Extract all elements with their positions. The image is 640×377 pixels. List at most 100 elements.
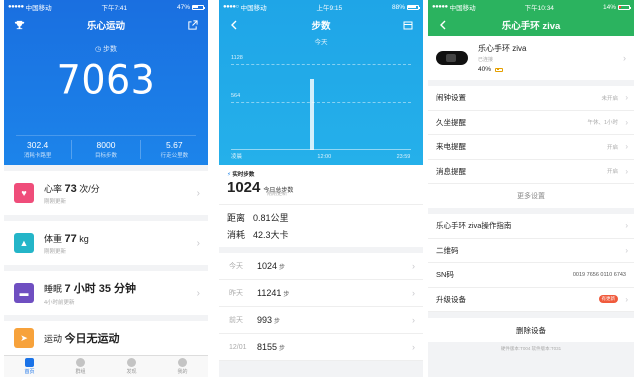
chart-gridline	[231, 64, 411, 65]
heart-rate-card[interactable]: ♥ 心率 73 次/分 刚刚更新 ›	[4, 171, 208, 221]
clock-icon: ◷	[94, 46, 102, 53]
battery-percent: 88%	[391, 3, 405, 11]
history-row[interactable]: 前天 993 步 ›	[219, 307, 423, 334]
steps-hero: ●●●●● 中国移动 下午7:41 47% 乐心运动 ◷ 步数 7063 302.…	[4, 0, 208, 165]
chart-x-label: 23:59	[396, 154, 411, 160]
chevron-right-icon: ›	[625, 117, 628, 127]
weight-card[interactable]: ▲ 体重 77 kg 刚刚更新 ›	[4, 221, 208, 271]
home-icon	[25, 358, 34, 367]
steps-detail-screen: ●●●●○ 中国移动 上午9:15 88% 步数 今天 1128 564 凌晨 12:0…	[219, 0, 423, 377]
heart-icon: ♥	[14, 183, 34, 203]
group-icon	[76, 358, 85, 367]
chevron-right-icon: ›	[625, 93, 628, 103]
lightning-icon: ⚡	[227, 172, 231, 178]
chart-bar	[310, 78, 315, 150]
realtime-steps: ⚡ 实时步数 1024 今日总步数 刚刚更新	[219, 165, 423, 205]
sleep-card[interactable]: ▬ 睡眠 7 小时 35 分钟 4小时前更新 ›	[4, 271, 208, 321]
chevron-right-icon: ›	[625, 166, 628, 176]
battery-percent: 14%	[602, 3, 616, 11]
chevron-right-icon: ›	[412, 315, 415, 325]
home-screen: ●●●●● 中国移动 下午7:41 47% 乐心运动 ◷ 步数 7063 302.…	[4, 0, 208, 377]
back-icon[interactable]	[436, 18, 450, 32]
device-header: ●●●●● 中国移动 下午10:34 14% 乐心手环 ziva	[428, 0, 634, 36]
step-count[interactable]: 7063	[4, 57, 208, 103]
setting-sedentary[interactable]: 久坐提醒 午休、1小时 ›	[428, 111, 634, 135]
carrier: 中国移动	[240, 5, 267, 12]
carrier: 中国移动	[25, 5, 52, 12]
chevron-right-icon: ›	[625, 142, 628, 152]
qr-code-link[interactable]: 二维码 ›	[428, 239, 634, 263]
history-row[interactable]: 12/01 8155 步 ›	[219, 334, 423, 361]
guide-link[interactable]: 乐心手环 ziva操作指南 ›	[428, 214, 634, 239]
bed-icon: ▬	[14, 283, 34, 303]
nav-bar: 步数	[219, 14, 423, 36]
calories-stat: 302.4 消耗卡路里	[4, 140, 73, 159]
tab-me[interactable]: 我的	[157, 356, 208, 377]
device-links-list: 乐心手环 ziva操作指南 › 二维码 › SN码 0019 7656 0110 67…	[428, 214, 634, 312]
device-battery: 40%	[478, 66, 492, 73]
history-row[interactable]: 昨天 11241 步 ›	[219, 280, 423, 307]
battery-icon	[495, 67, 504, 72]
chevron-right-icon: ›	[625, 221, 628, 231]
tab-bar: 首页 群组 发现 我的	[4, 355, 208, 377]
connection-status: 已连接	[478, 57, 494, 63]
battery-icon	[406, 4, 420, 10]
update-badge: 有更新	[598, 295, 618, 304]
status-bar: ●●●●○ 中国移动 上午9:15 88%	[219, 0, 423, 14]
tab-discover[interactable]: 发现	[106, 356, 157, 377]
realtime-step-count: 1024	[227, 179, 261, 196]
distance-calories: 距离 0.81公里 消耗 42.3大卡	[219, 205, 423, 247]
nav-bar: 乐心运动	[4, 14, 208, 36]
chevron-right-icon: ›	[412, 261, 415, 271]
carrier: 中国移动	[449, 5, 476, 12]
chevron-right-icon: ›	[412, 288, 415, 298]
wristband-image	[436, 51, 468, 65]
tab-groups[interactable]: 群组	[55, 356, 106, 377]
chart-x-label: 12:00	[317, 154, 332, 160]
setting-call-alert[interactable]: 来电提醒 开启 ›	[428, 135, 634, 160]
share-icon[interactable]	[186, 18, 200, 32]
steps-chart: 1128 564 凌晨 12:00 23:59	[231, 50, 411, 160]
chart-y-label: 564	[231, 93, 241, 99]
settings-list: 闹钟设置 未开启 › 久坐提醒 午休、1小时 › 来电提醒 开启 › 消息提醒 开启 › 更多设…	[428, 86, 634, 208]
chart-gridline	[231, 102, 411, 103]
more-settings-button[interactable]: 更多设置	[428, 184, 634, 208]
history-list: 今天 1024 步 › 昨天 11241 步 › 前天 993 步 › 12/01 8155 步 ›	[219, 253, 423, 361]
delete-device-button[interactable]: 删除设备	[428, 318, 634, 342]
serial-number-row: SN码 0019 7656 0110 6743	[428, 263, 634, 288]
tab-home[interactable]: 首页	[4, 356, 55, 377]
page-title: 步数	[311, 21, 331, 32]
back-icon[interactable]	[227, 18, 241, 32]
chart-x-label: 凌晨	[231, 154, 243, 160]
distance-stat: 5.67 行走公里数	[160, 140, 189, 159]
person-icon	[178, 358, 187, 367]
nav-bar: 乐心手环 ziva	[428, 14, 634, 36]
battery-icon	[617, 4, 631, 10]
chevron-right-icon: ›	[196, 287, 200, 299]
clock: 上午9:15	[316, 5, 343, 12]
clock: 下午10:34	[524, 5, 554, 12]
device-settings-screen: ●●●●● 中国移动 下午10:34 14% 乐心手环 ziva 乐心手环 ziv…	[428, 0, 634, 377]
step-label: ◷ 步数	[94, 46, 118, 53]
trophy-icon[interactable]	[12, 18, 26, 32]
chevron-right-icon: ›	[196, 187, 200, 199]
chart-baseline	[231, 149, 411, 150]
chevron-right-icon: ›	[623, 53, 626, 63]
setting-alarm[interactable]: 闹钟设置 未开启 ›	[428, 86, 634, 111]
summary-stats: 302.4 消耗卡路里 8000 目标步数 5.67 行走公里数	[4, 140, 208, 159]
calendar-icon[interactable]	[401, 18, 415, 32]
battery-percent: 47%	[176, 3, 190, 11]
goal-stat: 8000 目标步数	[72, 140, 141, 159]
chevron-right-icon: ›	[412, 342, 415, 352]
history-row[interactable]: 今天 1024 步 ›	[219, 253, 423, 280]
device-card[interactable]: 乐心手环 ziva 已连接 40% ›	[428, 36, 634, 86]
setting-message-alert[interactable]: 消息提醒 开启 ›	[428, 160, 634, 184]
device-name: 乐心手环 ziva	[478, 44, 527, 53]
clock: 下午7:41	[101, 5, 128, 12]
page-title: 乐心运动	[86, 21, 125, 32]
chart-y-label: 1128	[231, 55, 243, 61]
upgrade-device-row[interactable]: 升级设备 有更新 ›	[428, 288, 634, 312]
chevron-right-icon: ›	[625, 294, 628, 304]
page-title: 乐心手环 ziva	[501, 21, 561, 32]
chevron-right-icon: ›	[196, 237, 200, 249]
